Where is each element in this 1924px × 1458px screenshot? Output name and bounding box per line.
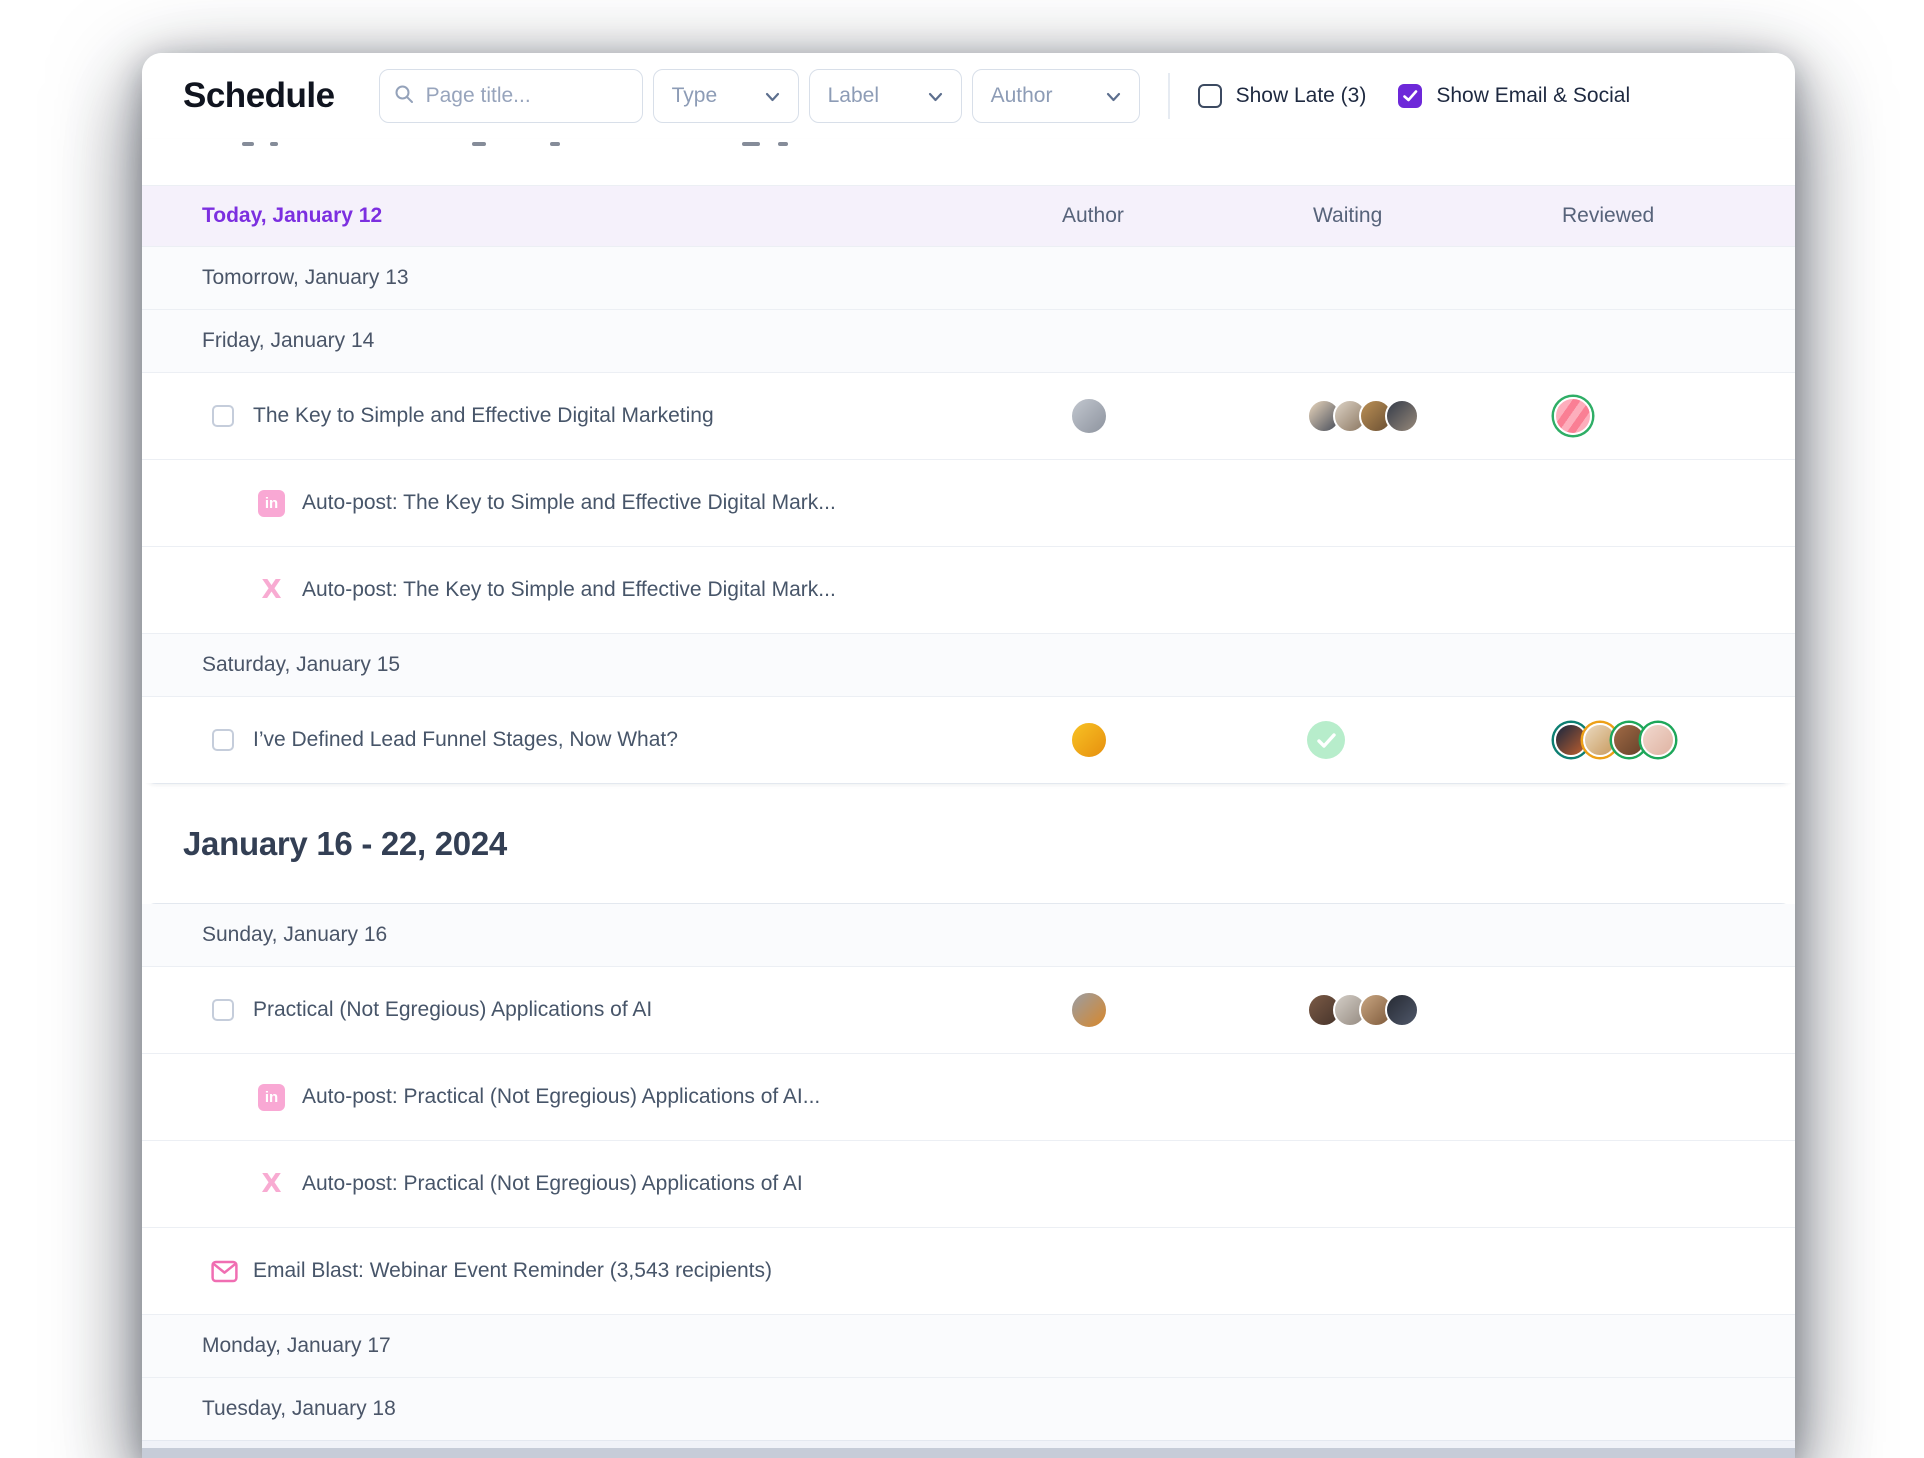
column-header-reviewed: Reviewed	[1562, 204, 1655, 227]
social-post-link[interactable]: in Auto-post: The Key to Simple and Effec…	[258, 489, 1042, 517]
show-email-social-label: Show Email & Social	[1436, 84, 1631, 107]
email-blast-link[interactable]: Email Blast: Webinar Event Reminder (3,5…	[242, 1259, 1042, 1283]
search-input[interactable]	[423, 83, 628, 109]
day-row: Saturday, January 15	[142, 633, 1795, 696]
chevron-down-icon	[928, 84, 943, 108]
author-cell	[1042, 721, 1292, 759]
waiting-cell	[1292, 721, 1542, 759]
clipped-row-fragment	[242, 142, 254, 146]
toolbar-divider	[1167, 73, 1170, 119]
table-row-social-post: X Auto-post: The Key to Simple and Effect…	[142, 546, 1795, 633]
waiting-cell	[1292, 399, 1542, 433]
filter-label-label: Label	[827, 84, 879, 107]
social-post-title: Auto-post: Practical (Not Egregious) App…	[302, 1172, 803, 1195]
author-avatar	[1070, 397, 1108, 435]
day-row: Sunday, January 16	[142, 904, 1795, 966]
day-label: Friday, January 14	[202, 329, 375, 352]
x-twitter-icon: X	[261, 1169, 282, 1199]
clipped-row	[142, 139, 1795, 185]
reviewed-cell	[1542, 397, 1755, 435]
linkedin-icon: in	[258, 1083, 285, 1111]
day-label: Sunday, January 16	[202, 923, 388, 946]
linkedin-icon: in	[258, 489, 285, 517]
show-email-social-toggle[interactable]: Show Email & Social	[1398, 84, 1630, 108]
viewport-cut-edge	[142, 1448, 1795, 1458]
clipped-row-fragment	[742, 142, 760, 146]
filter-type[interactable]: Type	[652, 69, 799, 123]
day-label: Tuesday, January 18	[202, 1397, 396, 1420]
next-row-edge	[142, 1440, 1795, 1448]
reviewed-avatar	[1554, 397, 1592, 435]
page-title-link[interactable]: I’ve Defined Lead Funnel Stages, Now Wha…	[242, 728, 1042, 752]
day-row: Friday, January 14	[142, 309, 1795, 372]
page-title-link[interactable]: Practical (Not Egregious) Applications o…	[242, 998, 1042, 1022]
social-post-title: Auto-post: The Key to Simple and Effecti…	[302, 491, 836, 514]
column-header-author: Author	[1062, 204, 1124, 227]
author-cell	[1042, 991, 1292, 1029]
page-title-link[interactable]: The Key to Simple and Effective Digital …	[242, 404, 1042, 428]
day-row: Tuesday, January 18	[142, 1377, 1795, 1440]
row-checkbox[interactable]	[212, 405, 234, 427]
social-post-link[interactable]: X Auto-post: The Key to Simple and Effect…	[258, 577, 1042, 603]
show-email-social-checkbox[interactable]	[1398, 84, 1423, 108]
show-late-checkbox[interactable]	[1197, 84, 1222, 108]
show-late-toggle[interactable]: Show Late (3)	[1197, 84, 1367, 108]
social-post-title: Auto-post: The Key to Simple and Effecti…	[302, 578, 836, 601]
approved-check-icon	[1307, 721, 1345, 759]
toolbar: Schedule Type Label Author	[142, 53, 1795, 139]
week-heading: January 16 - 22, 2024	[183, 824, 507, 862]
email-icon	[211, 1260, 242, 1283]
table-row-social-post: in Auto-post: Practical (Not Egregious) A…	[142, 1053, 1795, 1140]
social-post-link[interactable]: in Auto-post: Practical (Not Egregious) A…	[258, 1083, 1042, 1111]
schedule-table-week1: Today, January 12 Author Waiting Reviewed To…	[142, 139, 1795, 784]
waiting-cell	[1292, 993, 1542, 1027]
table-row-page: I’ve Defined Lead Funnel Stages, Now Wha…	[142, 696, 1795, 783]
filter-type-label: Type	[671, 84, 718, 107]
today-row: Today, January 12 Author Waiting Reviewed	[142, 185, 1795, 246]
clipped-row-fragment	[550, 142, 560, 146]
table-row-email: Email Blast: Webinar Event Reminder (3,5…	[142, 1227, 1795, 1314]
table-row-social-post: in Auto-post: The Key to Simple and Effec…	[142, 459, 1795, 546]
day-row: Monday, January 17	[142, 1314, 1795, 1377]
author-cell	[1042, 397, 1292, 435]
author-avatar	[1070, 721, 1108, 759]
day-row: Tomorrow, January 13	[142, 246, 1795, 309]
column-header-waiting: Waiting	[1313, 204, 1383, 227]
clipped-row-fragment	[472, 142, 486, 146]
row-checkbox-cell	[198, 999, 242, 1021]
social-post-title: Auto-post: Practical (Not Egregious) App…	[302, 1085, 821, 1108]
row-checkbox[interactable]	[212, 729, 234, 751]
chevron-down-icon	[765, 84, 780, 108]
schedule-table-week2: Sunday, January 16 Practical (Not Egregio…	[142, 903, 1795, 1458]
filter-author-label: Author	[990, 84, 1053, 107]
search-box[interactable]	[378, 69, 643, 123]
day-label: Monday, January 17	[202, 1334, 391, 1357]
table-row-page: The Key to Simple and Effective Digital …	[142, 372, 1795, 459]
filter-author[interactable]: Author	[971, 69, 1140, 123]
clipped-row-fragment	[270, 142, 278, 146]
row-checkbox-cell	[198, 405, 242, 427]
clipped-row-fragment	[778, 142, 788, 146]
show-late-label: Show Late (3)	[1235, 84, 1367, 107]
table-row-social-post: X Auto-post: Practical (Not Egregious) Ap…	[142, 1140, 1795, 1227]
waiting-avatar	[1385, 993, 1419, 1027]
row-checkbox-cell	[198, 729, 242, 751]
row-checkbox[interactable]	[212, 999, 234, 1021]
chevron-down-icon	[1106, 84, 1121, 108]
day-label: Tomorrow, January 13	[202, 266, 409, 289]
page-title: Schedule	[183, 76, 335, 115]
reviewed-cell	[1542, 723, 1755, 757]
x-twitter-icon: X	[261, 575, 282, 605]
day-label: Saturday, January 15	[202, 653, 401, 676]
schedule-panel: Schedule Type Label Author	[142, 53, 1795, 1458]
author-avatar	[1070, 991, 1108, 1029]
reviewed-avatar	[1641, 723, 1675, 757]
search-icon	[394, 84, 414, 109]
today-label: Today, January 12	[202, 204, 383, 227]
filter-label[interactable]: Label	[808, 69, 962, 123]
waiting-avatar	[1385, 399, 1419, 433]
table-row-page: Practical (Not Egregious) Applications o…	[142, 966, 1795, 1053]
social-post-link[interactable]: X Auto-post: Practical (Not Egregious) Ap…	[258, 1171, 1042, 1197]
